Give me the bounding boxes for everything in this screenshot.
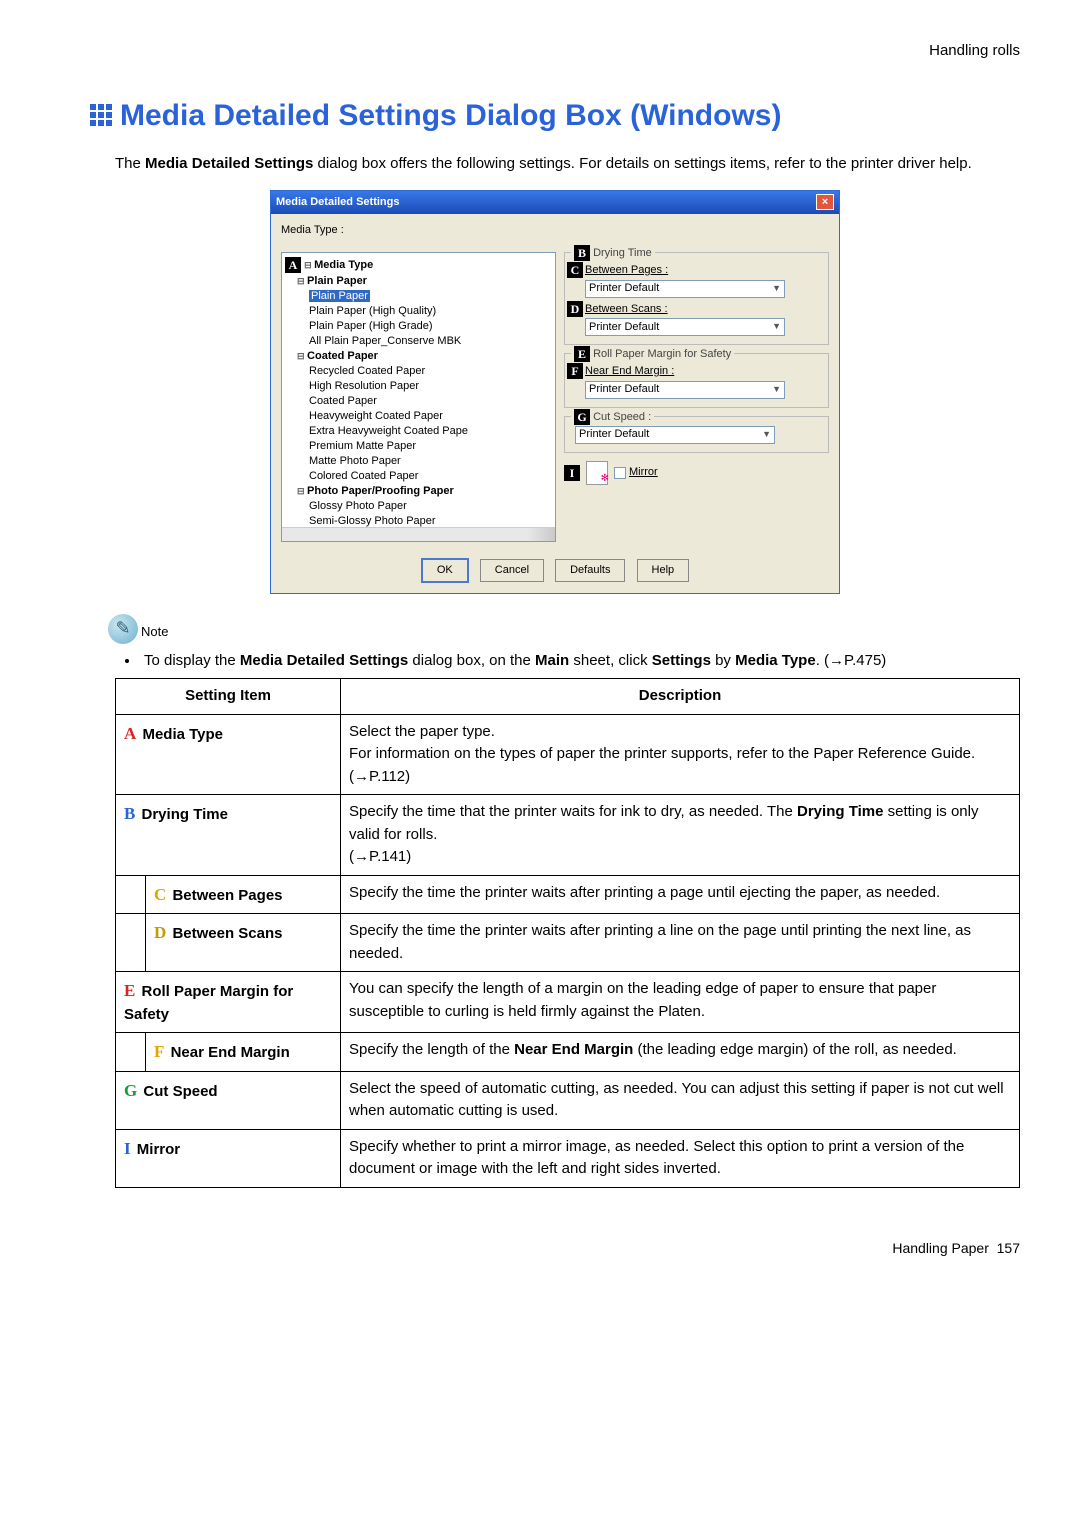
tree-item[interactable]: Coated Paper	[309, 394, 552, 409]
cancel-button[interactable]: Cancel	[480, 559, 544, 582]
table-row: D Between ScansSpecify the time the prin…	[116, 914, 1020, 972]
mirror-row: I ✻ Mirror	[564, 461, 829, 485]
cut-speed-group: G Cut Speed : Printer Default▼	[564, 416, 829, 453]
tree-group[interactable]: Photo Paper/Proofing Paper	[297, 485, 454, 497]
dialog-title: Media Detailed Settings	[276, 194, 399, 211]
between-scans-select[interactable]: Printer Default▼	[585, 318, 785, 336]
tree-item[interactable]: Glossy Photo Paper	[309, 499, 552, 514]
table-row: A Media TypeSelect the paper type.For in…	[116, 714, 1020, 795]
page-title: Media Detailed Settings Dialog Box (Wind…	[90, 93, 1020, 138]
table-row: E Roll Paper Margin for SafetyYou can sp…	[116, 972, 1020, 1033]
tree-item[interactable]: Heavyweight Coated Paper	[309, 409, 552, 424]
mirror-preview-icon: ✻	[586, 461, 608, 485]
dialog-titlebar: Media Detailed Settings ×	[271, 191, 839, 214]
chevron-down-icon: ▼	[772, 320, 781, 334]
tree-item[interactable]: Premium Matte Paper	[309, 439, 552, 454]
marker-d: D	[567, 301, 583, 317]
tree-group[interactable]: Plain Paper	[297, 275, 367, 287]
close-icon[interactable]: ×	[816, 194, 834, 210]
tree-item[interactable]: Colored Coated Paper	[309, 469, 552, 484]
table-row: F Near End MarginSpecify the length of t…	[116, 1033, 1020, 1072]
page-footer: Handling Paper 157	[90, 1238, 1020, 1259]
help-button[interactable]: Help	[637, 559, 690, 582]
table-row: C Between PagesSpecify the time the prin…	[116, 875, 1020, 914]
tree-group[interactable]: Coated Paper	[297, 350, 378, 362]
ok-button[interactable]: OK	[421, 558, 469, 583]
media-type-label: Media Type :	[281, 222, 829, 239]
tree-item[interactable]: Plain Paper (High Quality)	[309, 304, 552, 319]
marker-i: I	[564, 465, 580, 481]
intro-paragraph: The Media Detailed Settings dialog box o…	[115, 153, 1020, 176]
col-setting-item: Setting Item	[116, 679, 341, 715]
tree-item[interactable]: Plain Paper (High Grade)	[309, 319, 552, 334]
settings-table: Setting Item Description A Media TypeSel…	[115, 678, 1020, 1188]
mirror-checkbox[interactable]: Mirror	[614, 464, 658, 481]
between-scans-label: Between Scans :	[585, 301, 822, 318]
drying-time-group: B Drying Time C Between Pages : Printer …	[564, 252, 829, 345]
tree-item[interactable]: Matte Photo Paper	[309, 454, 552, 469]
cut-speed-select[interactable]: Printer Default▼	[575, 426, 775, 444]
tree-item[interactable]: All Plain Paper_Conserve MBK	[309, 334, 552, 349]
chevron-down-icon: ▼	[772, 383, 781, 397]
media-type-tree[interactable]: A Media Type Plain PaperPlain PaperPlain…	[281, 252, 556, 542]
table-row: B Drying TimeSpecify the time that the p…	[116, 795, 1020, 876]
table-row: I MirrorSpecify whether to print a mirro…	[116, 1129, 1020, 1187]
col-description: Description	[341, 679, 1020, 715]
note-heading: ✎ Note	[108, 614, 1020, 644]
header-section: Handling rolls	[90, 40, 1020, 63]
roll-paper-margin-group: E Roll Paper Margin for Safety F Near En…	[564, 353, 829, 408]
tree-item[interactable]: Recycled Coated Paper	[309, 364, 552, 379]
near-end-margin-select[interactable]: Printer Default▼	[585, 381, 785, 399]
note-bullet: To display the Media Detailed Settings d…	[140, 650, 1020, 673]
pencil-icon: ✎	[108, 614, 138, 644]
marker-g: G	[574, 409, 590, 425]
marker-e: E	[574, 346, 590, 362]
marker-a: A	[285, 257, 301, 273]
chevron-down-icon: ▼	[772, 282, 781, 296]
note-list: To display the Media Detailed Settings d…	[122, 650, 1020, 673]
media-detailed-settings-dialog: Media Detailed Settings × Media Type : A…	[270, 190, 840, 594]
title-text: Media Detailed Settings Dialog Box (Wind…	[120, 93, 781, 138]
between-pages-select[interactable]: Printer Default▼	[585, 280, 785, 298]
tree-root: Media Type	[304, 259, 373, 271]
near-end-margin-label: Near End Margin :	[585, 363, 822, 380]
marker-b: B	[574, 245, 590, 261]
chevron-down-icon: ▼	[762, 428, 771, 442]
scrollbar[interactable]	[282, 527, 555, 541]
defaults-button[interactable]: Defaults	[555, 559, 625, 582]
tree-item[interactable]: Plain Paper	[309, 289, 552, 304]
dialog-button-row: OK Cancel Defaults Help	[271, 552, 839, 593]
table-row: G Cut SpeedSelect the speed of automatic…	[116, 1071, 1020, 1129]
tree-item[interactable]: High Resolution Paper	[309, 379, 552, 394]
marker-f: F	[567, 363, 583, 379]
tree-item[interactable]: Extra Heavyweight Coated Pape	[309, 424, 552, 439]
between-pages-label: Between Pages :	[585, 262, 822, 279]
grid-icon	[90, 104, 112, 126]
marker-c: C	[567, 262, 583, 278]
